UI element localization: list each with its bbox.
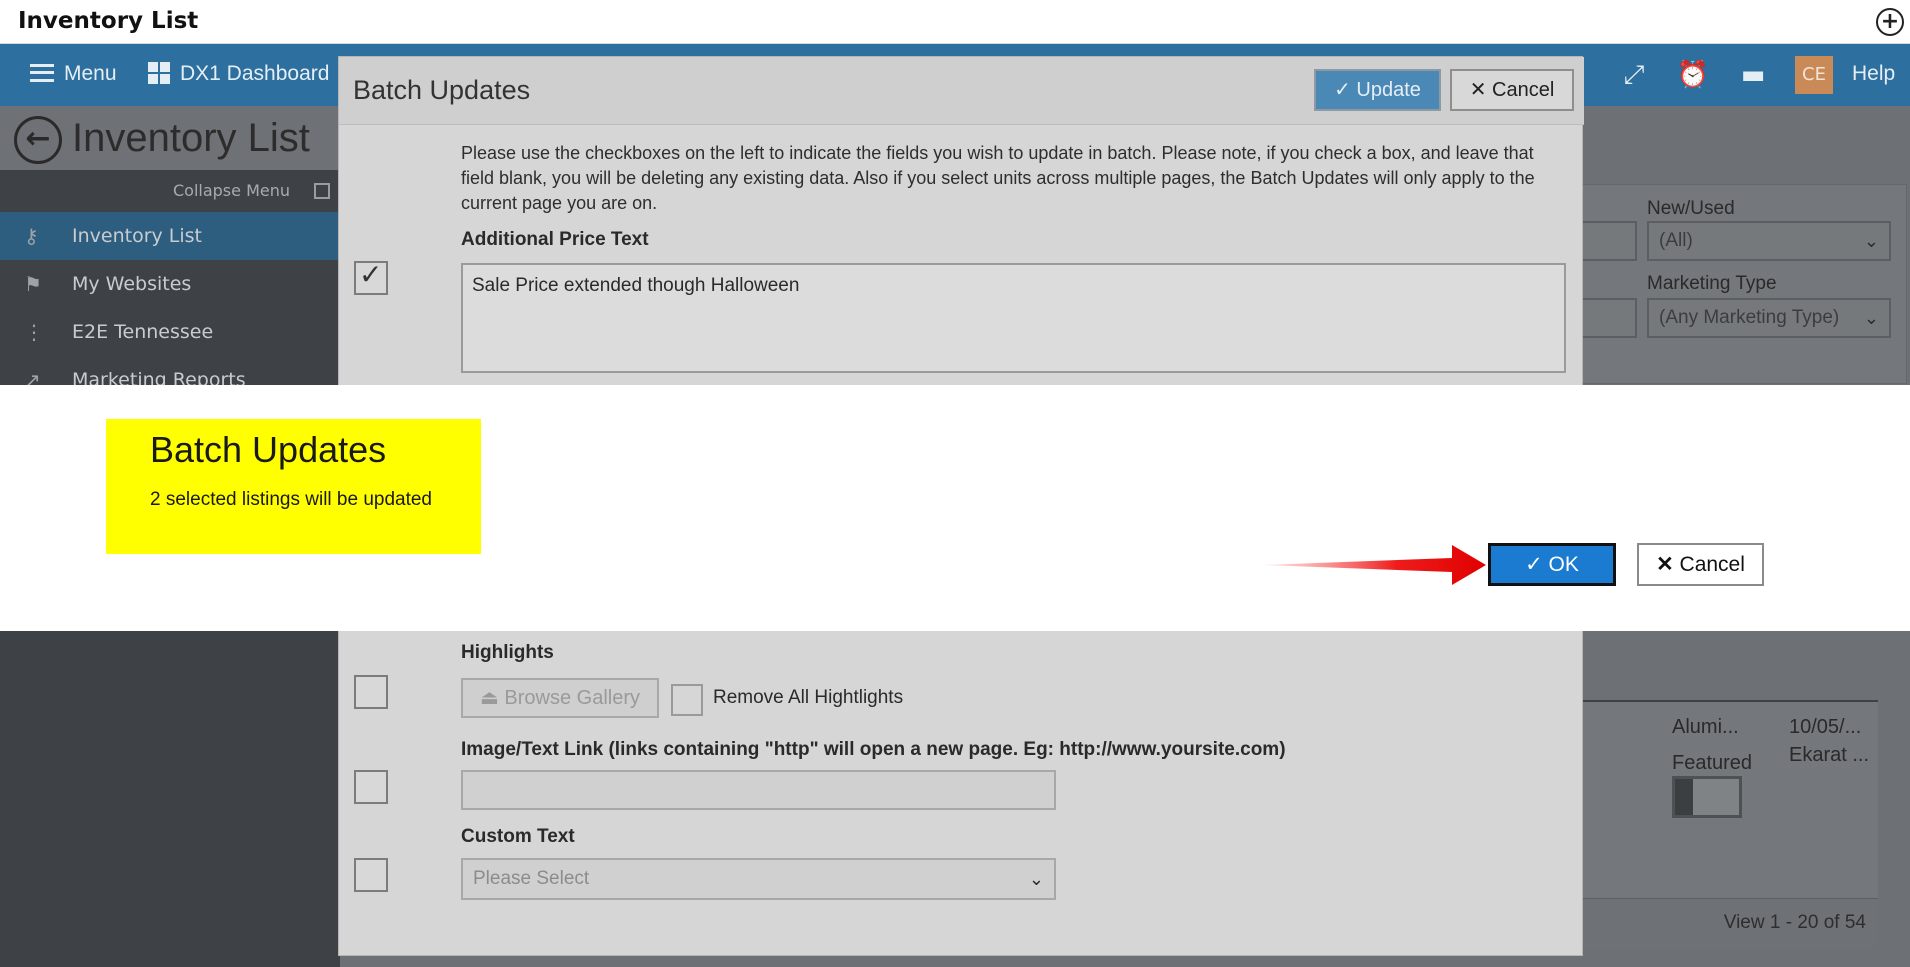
expand-icon[interactable]: ⤢ — [1617, 58, 1651, 92]
cancel-label: Cancel — [1492, 79, 1555, 101]
table-cell: 10/05/... — [1789, 716, 1862, 738]
update-button[interactable]: ✓ Update — [1314, 69, 1441, 111]
close-icon: ✕ — [1656, 553, 1680, 576]
instructions-text: Please use the checkboxes on the left to… — [461, 143, 1535, 213]
sidebar-item-label: E2E Tennessee — [72, 321, 214, 343]
ok-button[interactable]: ✓ OK — [1488, 543, 1616, 586]
image-link-label: Image/Text Link (links containing "http"… — [461, 739, 1286, 760]
highlights-label: Highlights — [461, 642, 554, 663]
featured-label: Featured — [1672, 752, 1753, 774]
highlights-checkbox[interactable] — [354, 675, 388, 709]
chart-icon: ⋮ — [24, 320, 44, 344]
update-label: Update — [1356, 79, 1421, 101]
table-cell: Alumi... — [1672, 716, 1739, 738]
avatar[interactable]: CE — [1795, 56, 1833, 94]
sidebar-item-e2e-tennessee[interactable]: ⋮ E2E Tennessee — [0, 308, 340, 356]
additional-price-label: Additional Price Text — [461, 229, 649, 250]
browse-gallery-button[interactable]: ⏏ Browse Gallery — [461, 678, 659, 718]
window-title: Inventory List — [18, 8, 199, 34]
marketing-type-label: Marketing Type — [1647, 273, 1777, 294]
chevron-down-icon: ⌄ — [1863, 231, 1879, 251]
sidebar-item-label: Inventory List — [72, 225, 203, 247]
custom-text-placeholder: Please Select — [473, 868, 590, 889]
chevron-down-icon: ⌄ — [1028, 869, 1044, 889]
collapse-menu-label: Collapse Menu — [172, 181, 290, 200]
browse-gallery-label: Browse Gallery — [504, 687, 641, 709]
new-used-select[interactable]: (All) ⌄ — [1647, 221, 1891, 261]
remove-highlights-checkbox[interactable] — [671, 684, 703, 716]
table-cell: Ekarat ... — [1789, 744, 1870, 766]
marketing-type-select[interactable]: (Any Marketing Type) ⌄ — [1647, 298, 1891, 338]
image-link-checkbox[interactable] — [354, 770, 388, 804]
page-title: Inventory List — [72, 116, 310, 160]
dashboard-label: DX1 Dashboard — [180, 62, 330, 85]
sidebar-item-label: My Websites — [72, 273, 192, 295]
plus-circle-icon[interactable]: + — [1876, 8, 1904, 36]
confirmation-dialog: Batch Updates 2 selected listings will b… — [0, 385, 1910, 631]
confirmation-callout: Batch Updates 2 selected listings will b… — [106, 419, 481, 554]
help-link[interactable]: Help — [1852, 62, 1895, 86]
flag-icon: ⚑ — [24, 272, 42, 296]
sidebar-item-inventory-list[interactable]: ⚷ Inventory List — [0, 212, 340, 260]
pointer-arrow-icon — [1262, 545, 1486, 585]
custom-text-checkbox[interactable] — [354, 858, 388, 892]
cancel-button[interactable]: ✕ Cancel — [1637, 543, 1764, 586]
sidebar-item-my-websites[interactable]: ⚑ My Websites — [0, 260, 340, 308]
pager-text: View 1 - 20 of 54 — [1723, 912, 1866, 933]
modal-header: Batch Updates ✓ Update ✕ Cancel — [339, 57, 1584, 125]
confirmation-message: 2 selected listings will be updated — [150, 489, 433, 510]
collapse-menu-button[interactable]: Collapse Menu — [0, 170, 340, 212]
menu-label: Menu — [64, 62, 117, 85]
key-icon: ⚷ — [24, 224, 39, 248]
back-arrow-icon[interactable]: ← — [14, 116, 62, 164]
collapse-icon — [314, 183, 330, 199]
remove-highlights-label: Remove All Hightlights — [713, 687, 904, 708]
chevron-down-icon: ⌄ — [1863, 308, 1879, 328]
new-used-label: New/Used — [1647, 198, 1735, 219]
filter-input[interactable] — [1575, 221, 1637, 261]
close-icon: ✕ — [1469, 79, 1493, 101]
menu-button[interactable]: Menu — [30, 62, 117, 86]
toggle-knob — [1675, 779, 1693, 815]
page-heading: ← Inventory List — [0, 106, 340, 170]
ok-label: OK — [1548, 553, 1579, 576]
image-link-input[interactable] — [461, 770, 1056, 810]
confirmation-title: Batch Updates — [150, 429, 387, 470]
filter-input[interactable] — [1575, 298, 1637, 338]
hamburger-icon — [30, 64, 54, 82]
cancel-label: Cancel — [1679, 553, 1745, 576]
pager: View 1 - 20 of 54 — [1575, 898, 1878, 950]
modal-title: Batch Updates — [353, 75, 531, 105]
check-icon: ✓ — [1525, 553, 1549, 576]
new-used-value: (All) — [1659, 230, 1693, 251]
chat-icon[interactable]: ▬ — [1736, 58, 1770, 92]
alarm-icon[interactable]: ⏰ — [1676, 58, 1710, 92]
additional-price-checkbox[interactable]: ✓ — [354, 258, 388, 295]
custom-text-select[interactable]: Please Select ⌄ — [461, 858, 1056, 900]
checkmark-icon: ✓ — [359, 258, 383, 291]
marketing-type-value: (Any Marketing Type) — [1659, 307, 1840, 328]
additional-price-textarea[interactable]: Sale Price extended though Halloween — [461, 263, 1566, 373]
check-icon: ✓ — [1334, 79, 1357, 101]
custom-text-label: Custom Text — [461, 826, 575, 847]
modal-cancel-button[interactable]: ✕ Cancel — [1450, 69, 1574, 111]
featured-toggle[interactable] — [1672, 776, 1742, 818]
window-title-bar: Inventory List + — [0, 0, 1910, 44]
grid-icon — [148, 62, 170, 84]
upload-icon: ⏏ — [479, 687, 505, 709]
dashboard-link[interactable]: DX1 Dashboard — [148, 62, 329, 86]
